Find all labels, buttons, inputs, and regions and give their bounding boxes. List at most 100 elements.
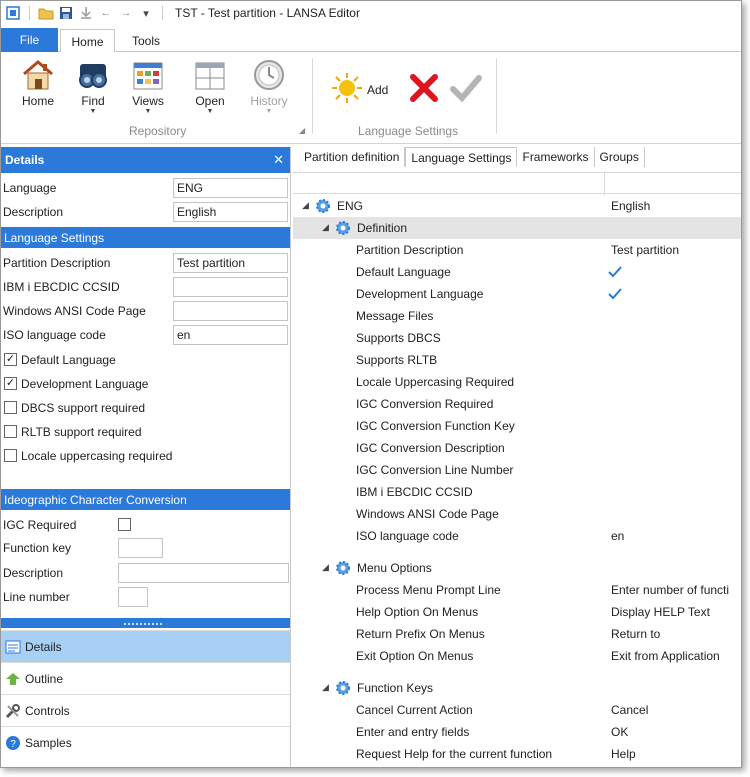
collapse-arrow-icon[interactable]: ◢	[302, 200, 309, 211]
collapse-arrow-icon[interactable]: ◢	[322, 682, 329, 693]
property-value: Test partition	[611, 243, 680, 257]
tree-row[interactable]: Windows ANSI Code Page	[293, 503, 741, 525]
nav-outline[interactable]: Outline	[1, 662, 290, 694]
line-number-input[interactable]	[118, 587, 148, 607]
tree-root-row[interactable]: ◢ ENG English	[293, 195, 741, 217]
tab-language-settings[interactable]: Language Settings	[405, 147, 518, 167]
details-icon	[5, 639, 21, 655]
property-name: Supports DBCS	[356, 331, 441, 345]
partition-description-input[interactable]: Test partition	[173, 253, 288, 273]
tree-row[interactable]: Enter and entry fields OK	[293, 721, 741, 743]
open-folder-icon[interactable]	[38, 5, 54, 21]
function-key-input[interactable]	[118, 538, 163, 558]
tree-row[interactable]: Locale Uppercasing Required	[293, 371, 741, 393]
rltb-support-label: RLTB support required	[21, 425, 142, 439]
ebcdic-ccsid-input[interactable]	[173, 277, 288, 297]
house-icon	[21, 58, 55, 92]
checkmark-disabled-icon	[449, 75, 483, 107]
toolbar-divider	[29, 6, 30, 20]
delete-button[interactable]	[408, 72, 440, 107]
property-name: Message Files	[356, 309, 434, 323]
tab-file[interactable]: File	[1, 28, 58, 52]
accept-button[interactable]	[449, 72, 483, 107]
tree-row[interactable]: Help Option On Menus Display HELP Text	[293, 601, 741, 623]
tree-row[interactable]: Message Files	[293, 305, 741, 327]
views-grid-icon	[131, 58, 165, 92]
tree-row[interactable]: IGC Conversion Description	[293, 437, 741, 459]
igc-description-input[interactable]	[118, 563, 289, 583]
dialog-launcher-icon[interactable]: ◢	[299, 126, 305, 135]
tree-row[interactable]: IGC Conversion Required	[293, 393, 741, 415]
tree-row[interactable]: Exit Option On Menus Exit from Applicatio…	[293, 645, 741, 667]
tree-row[interactable]: IGC Conversion Function Key	[293, 415, 741, 437]
svg-text:?: ?	[10, 739, 16, 750]
tree-row[interactable]: Partition Description Test partition	[293, 239, 741, 261]
tree-row[interactable]: Default Language	[293, 261, 741, 283]
tree-row[interactable]: Supports RLTB	[293, 349, 741, 371]
history-button[interactable]: History ▼	[244, 58, 294, 116]
language-settings-section[interactable]: Language Settings	[1, 227, 290, 248]
collapse-arrow-icon[interactable]: ◢	[322, 222, 329, 233]
tab-groups[interactable]: Groups	[595, 147, 645, 167]
tree-row[interactable]: Request Help for the current function Hel…	[293, 743, 741, 765]
add-button[interactable]: Add	[331, 72, 388, 107]
ansi-code-page-label: Windows ANSI Code Page	[3, 304, 146, 318]
close-icon[interactable]: ✕	[273, 152, 284, 168]
tree-menu-options-row[interactable]: ◢ Menu Options	[293, 557, 741, 579]
controls-icon	[5, 703, 21, 719]
tree-row[interactable]: Return Prefix On Menus Return to	[293, 623, 741, 645]
views-button[interactable]: Views ▼	[123, 58, 173, 116]
tree-row[interactable]: IGC Conversion Line Number	[293, 459, 741, 481]
dropdown-arrow-icon: ▼	[206, 108, 214, 115]
forward-arrow-icon[interactable]: →	[118, 5, 134, 21]
app-icon[interactable]	[5, 5, 21, 21]
ansi-code-page-input[interactable]	[173, 301, 288, 321]
nav-controls[interactable]: Controls	[1, 694, 290, 726]
tab-tools[interactable]: Tools	[121, 29, 171, 52]
delete-x-icon	[408, 74, 440, 107]
ribbon-tabs: File Home Tools	[1, 28, 741, 53]
igc-section[interactable]: Ideographic Character Conversion	[1, 489, 290, 510]
download-icon[interactable]	[78, 5, 94, 21]
rltb-support-checkbox[interactable]	[4, 425, 17, 438]
back-arrow-icon[interactable]: ←	[98, 5, 114, 21]
language-input[interactable]: ENG	[173, 178, 288, 198]
tree-row[interactable]: ISO language code en	[293, 525, 741, 547]
development-language-checkbox[interactable]: ✓	[4, 377, 17, 390]
tree-row[interactable]: Process Menu Prompt Line Enter number of …	[293, 579, 741, 601]
tab-home[interactable]: Home	[60, 29, 115, 53]
property-name: IGC Conversion Function Key	[356, 419, 515, 433]
property-name: IGC Conversion Line Number	[356, 463, 514, 477]
nav-details[interactable]: Details	[1, 630, 290, 662]
tree-row[interactable]: IBM i EBCDIC CCSID	[293, 481, 741, 503]
nav-controls-label: Controls	[25, 703, 70, 718]
igc-required-checkbox[interactable]	[118, 518, 131, 531]
iso-language-code-input[interactable]: en	[173, 325, 288, 345]
property-name: IGC Conversion Description	[356, 441, 505, 455]
ebcdic-ccsid-label: IBM i EBCDIC CCSID	[3, 280, 120, 294]
tree-row[interactable]: Development Language	[293, 283, 741, 305]
default-language-checkbox[interactable]: ✓	[4, 353, 17, 366]
dbcs-support-checkbox[interactable]	[4, 401, 17, 414]
nav-samples[interactable]: ? Samples	[1, 726, 290, 758]
collapse-arrow-icon[interactable]: ◢	[322, 562, 329, 573]
locale-uppercasing-checkbox[interactable]	[4, 449, 17, 462]
column-divider[interactable]	[604, 173, 605, 195]
find-button[interactable]: Find ▼	[68, 58, 118, 116]
panel-splitter[interactable]	[1, 618, 290, 628]
tab-partition-definition[interactable]: Partition definition	[299, 147, 406, 167]
binoculars-icon	[76, 58, 110, 92]
tree-root-value: English	[611, 199, 651, 213]
customize-toolbar-icon[interactable]: ▾	[138, 5, 154, 21]
open-button[interactable]: Open ▼	[185, 58, 235, 116]
tree-row[interactable]: Supports DBCS	[293, 327, 741, 349]
property-name: Default Language	[356, 265, 451, 279]
tree-definition-row[interactable]: ◢ Definition	[293, 217, 741, 239]
home-button[interactable]: Home	[13, 58, 63, 108]
tree-function-keys-row[interactable]: ◢ Function Keys	[293, 677, 741, 699]
description-input[interactable]: English	[173, 202, 288, 222]
tab-frameworks[interactable]: Frameworks	[517, 147, 595, 167]
tree-row[interactable]: Cancel Current Action Cancel	[293, 699, 741, 721]
save-icon[interactable]	[58, 5, 74, 21]
nav-samples-label: Samples	[25, 735, 72, 750]
